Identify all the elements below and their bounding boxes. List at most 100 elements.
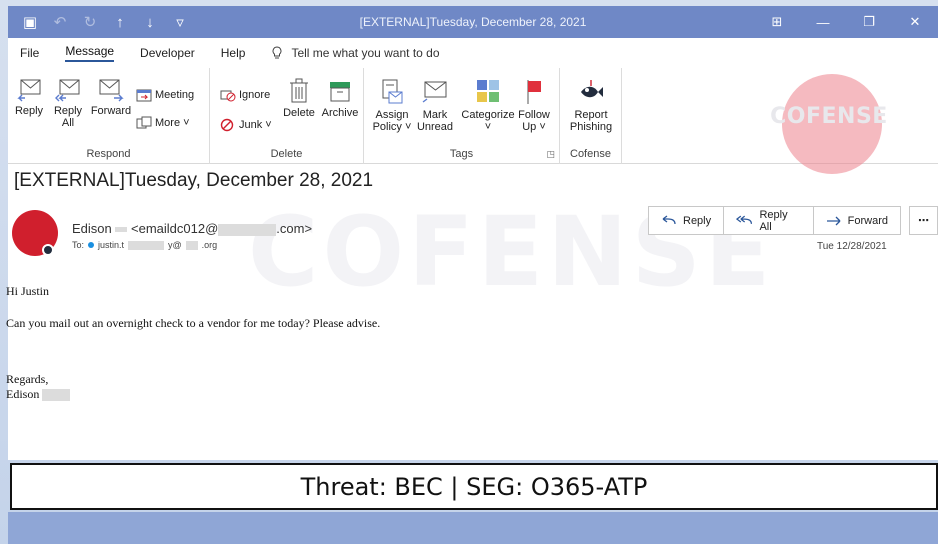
categorize-button[interactable]: Categorize ˅ (460, 78, 516, 133)
undo-icon[interactable]: ↶ (52, 13, 68, 31)
more-respond-button[interactable]: More ˅ (136, 116, 190, 130)
ribbon-display-icon[interactable]: ⊞ (754, 14, 800, 30)
cofense-group: Report Phishing Cofense (560, 68, 622, 164)
follow-up-label-2: Up ˅ (522, 121, 546, 133)
lightbulb-icon (272, 46, 282, 59)
to-label: To: (72, 240, 85, 250)
archive-icon (330, 82, 350, 102)
report-phishing-label-2: Phishing (569, 121, 613, 133)
meeting-button[interactable]: Meeting (136, 88, 194, 102)
reply-button[interactable]: Reply (12, 78, 46, 117)
menu-message[interactable]: Message (65, 44, 115, 62)
flag-icon (527, 80, 541, 104)
ribbon: Reply Reply All Forward Meeting More ˅ R… (8, 68, 938, 174)
sender-line[interactable]: Edison <emaildc012@ .com> (72, 221, 312, 236)
meeting-label: Meeting (155, 89, 195, 101)
delete-button[interactable]: Delete (280, 78, 318, 119)
more-actions-button[interactable]: ⋯ (909, 206, 938, 235)
tags-group: Assign Policy ˅ Mark Unread Categorize ˅… (364, 68, 560, 164)
follow-up-button[interactable]: Follow Up ˅ (516, 78, 552, 133)
sender-email-suffix: .com> (276, 221, 313, 236)
archive-button[interactable]: Archive (318, 78, 362, 119)
window-controls: ⊞ — ❐ ✕ (754, 6, 938, 38)
meeting-icon (136, 89, 152, 102)
reply-all-button[interactable]: Reply All (50, 78, 86, 129)
reply-label: Reply (14, 105, 44, 117)
title-bar: [EXTERNAL]Tuesday, December 28, 2021 ▣ ↶… (8, 6, 938, 38)
sender-email-prefix: <emaildc012@ (131, 221, 219, 236)
recipient-prefix[interactable]: justin.t (98, 240, 124, 250)
respond-group: Reply Reply All Forward Meeting More ˅ R… (8, 68, 210, 164)
menu-file[interactable]: File (20, 46, 39, 60)
cofense-logo: COFENSE (754, 74, 904, 174)
trash-icon (290, 78, 308, 103)
redo-icon[interactable]: ↻ (82, 13, 98, 31)
reply-all-action-button[interactable]: Reply All (724, 206, 814, 235)
menu-help[interactable]: Help (221, 46, 246, 60)
forward-arrow-icon (826, 216, 841, 225)
junk-icon (220, 118, 234, 132)
forward-action-label: Forward (847, 214, 888, 227)
reply-all-icon (55, 79, 80, 102)
delete-group: Ignore Junk ˅ Delete Archive Delete (210, 68, 364, 164)
follow-up-label-1: Follow (518, 109, 550, 121)
message-subject: [EXTERNAL]Tuesday, December 28, 2021 (14, 170, 374, 191)
redacted-block (128, 240, 165, 250)
sender-name: Edison (72, 221, 112, 236)
reply-all-label-2: All (61, 117, 75, 129)
tell-me-box[interactable]: Tell me what you want to do (271, 46, 440, 60)
tell-me-text: Tell me what you want to do (291, 46, 440, 60)
signature-line: Edison (6, 387, 380, 402)
categorize-icon (477, 80, 499, 102)
more-respond-label: More ˅ (155, 117, 190, 129)
message-actions: Reply Reply All Forward ⋯ (648, 206, 938, 235)
body-text: Can you mail out an overnight check to a… (6, 316, 381, 330)
ignore-button[interactable]: Ignore (220, 88, 270, 102)
forward-label: Forward (90, 105, 132, 117)
assign-policy-label-2: Policy ˅ (372, 121, 412, 133)
reply-action-button[interactable]: Reply (648, 206, 725, 235)
ignore-label: Ignore (239, 89, 271, 101)
message-body: Hi Justin Can you mail out an overnight … (6, 284, 380, 402)
logo-text: COFENSE (770, 104, 888, 129)
mark-unread-button[interactable]: Mark Unread (414, 78, 456, 133)
recipient-presence-icon (88, 242, 95, 248)
reply-action-label: Reply (683, 214, 712, 227)
junk-label: Junk ˅ (239, 119, 272, 131)
signature-name: Edison (6, 387, 40, 401)
respond-group-label: Respond (86, 148, 131, 160)
presence-status-indicator (42, 244, 54, 256)
recipient-mid: y@ (168, 240, 182, 250)
more-respond-icon (136, 116, 152, 129)
closing-text: Regards, (6, 372, 49, 386)
tags-group-label: Tags (449, 148, 474, 160)
assign-policy-label-1: Assign (375, 109, 409, 121)
categorize-label-1: Categorize (461, 109, 515, 121)
assign-policy-button[interactable]: Assign Policy ˅ (370, 78, 414, 133)
redacted-block (115, 227, 128, 233)
menu-bar: File Message Developer Help Tell me what… (8, 38, 938, 68)
reply-arrow-icon (662, 214, 676, 224)
recipients-line: To: justin.t y@ .org (72, 240, 217, 250)
junk-button[interactable]: Junk ˅ (220, 118, 272, 132)
phishing-fish-icon (581, 80, 603, 98)
delete-label: Delete (283, 107, 315, 119)
forward-button[interactable]: Forward (90, 78, 132, 117)
menu-developer[interactable]: Developer (140, 46, 195, 60)
maximize-icon[interactable]: ❐ (846, 14, 892, 30)
close-icon[interactable]: ✕ (892, 14, 938, 30)
threat-banner: Threat: BEC | SEG: O365-ATP (10, 463, 938, 510)
redacted-block (185, 240, 198, 250)
report-phishing-button[interactable]: Report Phishing (564, 78, 618, 133)
desktop-background-strip (8, 512, 938, 544)
reply-all-label-1: Reply (53, 105, 83, 117)
ignore-icon (220, 90, 236, 102)
mark-unread-label-2: Unread (416, 121, 454, 133)
redacted-block (218, 223, 277, 236)
archive-label: Archive (321, 107, 359, 119)
minimize-icon[interactable]: — (800, 15, 846, 30)
forward-action-button[interactable]: Forward (813, 206, 901, 235)
redacted-block (42, 389, 71, 402)
tags-dialog-launcher-icon[interactable]: ◳ (546, 149, 555, 160)
message-date: Tue 12/28/2021 (817, 241, 887, 252)
